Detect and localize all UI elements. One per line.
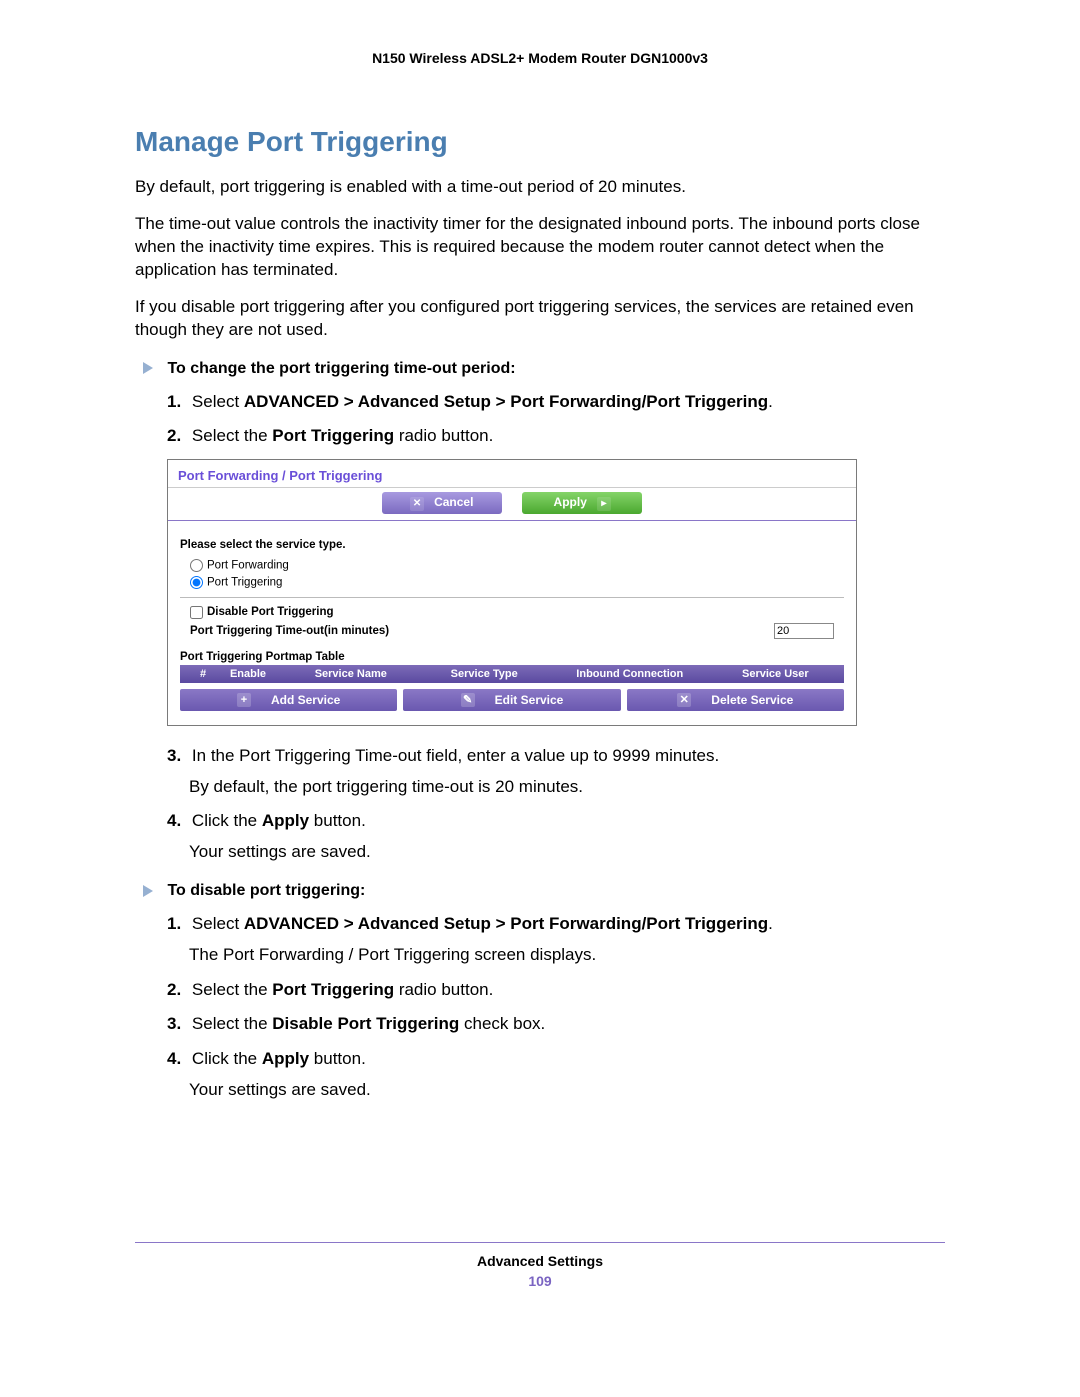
- footer-section-label: Advanced Settings: [135, 1253, 945, 1269]
- edit-service-button[interactable]: ✎ Edit Service: [403, 689, 620, 711]
- step-b4: 4. Click the Apply button. Your settings…: [167, 1047, 945, 1102]
- cancel-button[interactable]: ✕Cancel: [382, 492, 502, 514]
- step-a3-sub: By default, the port triggering time-out…: [189, 775, 945, 800]
- intro-p1: By default, port triggering is enabled w…: [135, 176, 945, 199]
- footer-page-number: 109: [135, 1273, 945, 1289]
- step-num: 3.: [167, 1014, 181, 1033]
- portmap-table-label: Port Triggering Portmap Table: [168, 641, 856, 665]
- timeout-input[interactable]: [774, 623, 834, 639]
- port-triggering-radio[interactable]: [190, 576, 203, 589]
- footer-rule: [135, 1242, 945, 1243]
- port-triggering-panel: Port Forwarding / Port Triggering ✕Cance…: [167, 459, 857, 726]
- step-num: 1.: [167, 914, 181, 933]
- delete-service-button[interactable]: ✕ Delete Service: [627, 689, 844, 711]
- step-b2: 2. Select the Port Triggering radio butt…: [167, 978, 945, 1003]
- procedure-b-title-text: To disable port triggering:: [167, 882, 365, 899]
- disable-port-triggering-checkbox-row[interactable]: Disable Port Triggering: [190, 606, 334, 619]
- chevron-right-icon: [143, 885, 153, 897]
- port-forwarding-radio[interactable]: [190, 559, 203, 572]
- portmap-table-header: # Enable Service Name Service Type Inbou…: [180, 665, 844, 683]
- close-icon: ✕: [677, 693, 691, 707]
- step-a2: 2. Select the Port Triggering radio butt…: [167, 424, 945, 449]
- page-heading: Manage Port Triggering: [135, 126, 945, 158]
- disable-port-triggering-checkbox[interactable]: [190, 606, 203, 619]
- step-b3: 3. Select the Disable Port Triggering ch…: [167, 1012, 945, 1037]
- plus-icon: +: [237, 693, 251, 707]
- intro-p2: The time-out value controls the inactivi…: [135, 213, 945, 282]
- step-b1-sub: The Port Forwarding / Port Triggering sc…: [189, 943, 945, 968]
- step-num: 2.: [167, 980, 181, 999]
- procedure-a-title-text: To change the port triggering time-out p…: [167, 360, 515, 377]
- radio-port-forwarding[interactable]: Port Forwarding: [168, 557, 856, 574]
- chevron-right-icon: [143, 362, 153, 374]
- step-a3: 3. In the Port Triggering Time-out field…: [167, 744, 945, 799]
- step-b4-sub: Your settings are saved.: [189, 1078, 945, 1103]
- intro-p3: If you disable port triggering after you…: [135, 296, 945, 342]
- chevron-right-icon: ▸: [597, 497, 611, 511]
- step-num: 4.: [167, 1049, 181, 1068]
- disable-port-triggering-label: Disable Port Triggering: [207, 606, 334, 618]
- close-icon: ✕: [410, 497, 424, 511]
- step-b1: 1. Select ADVANCED > Advanced Setup > Po…: [167, 912, 945, 967]
- procedure-a-title: To change the port triggering time-out p…: [143, 360, 945, 378]
- service-type-label: Please select the service type.: [168, 521, 856, 557]
- step-a4: 4. Click the Apply button. Your settings…: [167, 809, 945, 864]
- doc-header: N150 Wireless ADSL2+ Modem Router DGN100…: [135, 50, 945, 66]
- panel-button-bar: ✕Cancel Apply▸: [168, 487, 856, 521]
- step-num: 3.: [167, 746, 181, 765]
- apply-button[interactable]: Apply▸: [522, 492, 642, 514]
- procedure-b-title: To disable port triggering:: [143, 882, 945, 900]
- pencil-icon: ✎: [461, 693, 475, 707]
- radio-port-triggering[interactable]: Port Triggering: [168, 574, 856, 591]
- step-num: 2.: [167, 426, 181, 445]
- add-service-button[interactable]: + Add Service: [180, 689, 397, 711]
- step-num: 4.: [167, 811, 181, 830]
- step-a1: 1. Select ADVANCED > Advanced Setup > Po…: [167, 390, 945, 415]
- step-a4-sub: Your settings are saved.: [189, 840, 945, 865]
- panel-title: Port Forwarding / Port Triggering: [168, 460, 856, 487]
- step-num: 1.: [167, 392, 181, 411]
- divider: [180, 597, 844, 598]
- timeout-label: Port Triggering Time-out(in minutes): [190, 625, 389, 637]
